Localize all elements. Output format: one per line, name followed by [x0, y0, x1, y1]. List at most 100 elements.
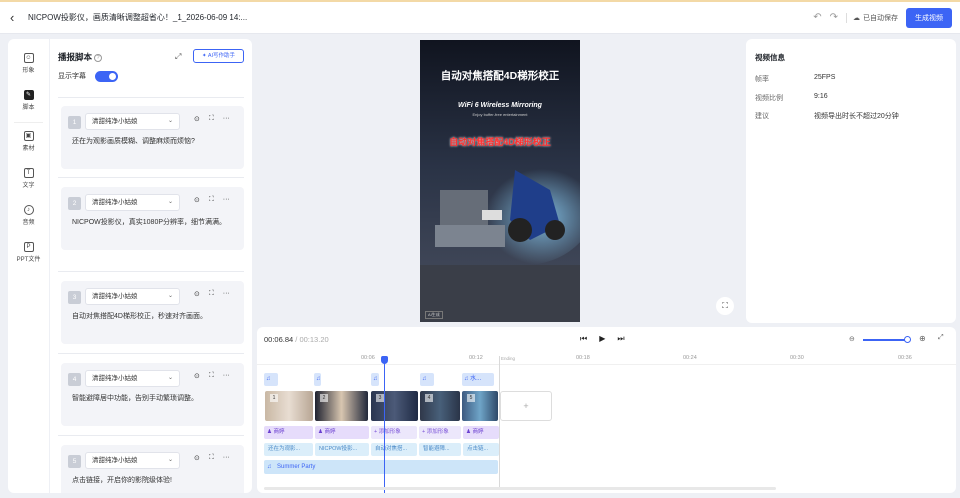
scan-icon[interactable]: ⛶: [209, 290, 214, 298]
bgm-label: Summer Party: [277, 464, 316, 470]
more-icon[interactable]: ···: [223, 115, 230, 123]
expand-icon[interactable]: ⤢: [175, 52, 181, 62]
skip-start-icon[interactable]: ⏮: [580, 334, 587, 344]
zoom-in-icon[interactable]: ⊕: [919, 334, 926, 343]
info-value: 25FPS: [814, 74, 836, 81]
panel-divider: [58, 353, 244, 354]
card-text[interactable]: 智能避障居中功能，告别手动繁琐调整。: [72, 393, 237, 404]
card-text[interactable]: 还在为观影画质模糊、调整麻烦而烦恼?: [72, 136, 237, 147]
play-icon[interactable]: ⊙: [194, 454, 200, 462]
card-text[interactable]: NICPOW投影仪，真实1080P分辨率，细节满满。: [72, 217, 237, 228]
script-card[interactable]: 3 清甜纯净小姑娘 ⌄ ⊙ ⛶ ··· 自动对焦搭配4D梯形校正，秒速对齐画面。: [61, 281, 244, 344]
generate-video-button[interactable]: 生成视频: [906, 7, 952, 28]
add-avatar-button[interactable]: + 添加形象: [371, 426, 417, 439]
more-icon[interactable]: ···: [223, 196, 230, 204]
music-clip[interactable]: ♫: [314, 373, 321, 386]
bgm-clip[interactable]: ♫ Summer Party: [264, 460, 498, 474]
rail-item-avatar[interactable]: ☺ 形象: [8, 53, 49, 74]
panel-title-text: 播报脚本: [58, 52, 93, 62]
preview-area: 自动对焦搭配4D梯形校正 WiFi 6 Wireless Mirroring E…: [257, 39, 741, 323]
voice-select[interactable]: 清甜纯净小姑娘 ⌄: [85, 194, 180, 211]
subtitle-clip[interactable]: 智能避障...: [419, 443, 461, 456]
scan-icon[interactable]: ⛶: [209, 115, 214, 123]
avatar-clip[interactable]: ♟ 商婷: [315, 426, 369, 439]
video-clip[interactable]: 5: [461, 390, 499, 422]
horizontal-scrollbar[interactable]: [264, 487, 776, 490]
voice-select[interactable]: 清甜纯净小姑娘 ⌄: [85, 288, 180, 305]
scan-icon[interactable]: ⛶: [209, 196, 214, 204]
rail-item-media[interactable]: ▣ 素材: [8, 131, 49, 152]
redo-icon[interactable]: ↷: [830, 12, 838, 23]
total-time: / 00:13.20: [295, 335, 329, 344]
video-title-overlay: 自动对焦搭配4D梯形校正: [440, 70, 560, 82]
cloud-icon: ☁: [853, 14, 860, 22]
more-icon[interactable]: ···: [223, 372, 230, 380]
ruler-tick: 00:06: [361, 355, 375, 361]
rail-item-text[interactable]: T 文字: [8, 168, 49, 189]
fullscreen-icon[interactable]: ⛶: [716, 297, 734, 315]
rail-item-script[interactable]: ✎ 脚本: [8, 90, 49, 111]
card-text[interactable]: 点击链接，开启你的影院级体验!: [72, 475, 237, 486]
subtitle-clip[interactable]: 自动对焦搭...: [371, 443, 417, 456]
music-clip[interactable]: ♫: [371, 373, 379, 386]
more-icon[interactable]: ···: [223, 290, 230, 298]
info-title: 视频信息: [755, 53, 785, 62]
info-label: 建议: [755, 113, 769, 120]
script-card[interactable]: 5 清甜纯净小姑娘 ⌄ ⊙ ⛶ ··· 点击链接，开启你的影院级体验!: [61, 445, 244, 493]
back-button[interactable]: ‹: [10, 10, 22, 25]
rail-item-ppt[interactable]: P PPT文件: [8, 242, 49, 263]
voice-select[interactable]: 清甜纯净小姑娘 ⌄: [85, 452, 180, 469]
voice-label: 清甜纯净小姑娘: [92, 199, 138, 206]
script-card[interactable]: 4 清甜纯净小姑娘 ⌄ ⊙ ⛶ ··· 智能避障居中功能，告别手动繁琐调整。: [61, 363, 244, 426]
zoom-out-icon[interactable]: ⊖: [849, 335, 855, 343]
video-clip[interactable]: 1: [264, 390, 314, 422]
media-icon: ▣: [23, 131, 34, 141]
fit-icon[interactable]: ⤢: [938, 334, 944, 342]
ai-writer-button[interactable]: ✦ AI写作助手: [193, 49, 244, 63]
video-clip[interactable]: 4: [419, 390, 461, 422]
info-label: 视频比例: [755, 95, 783, 102]
help-icon[interactable]: ?: [94, 54, 103, 62]
subtitle-toggle[interactable]: [95, 71, 118, 82]
music-icon: ♫: [267, 464, 272, 470]
playhead-handle[interactable]: [381, 356, 388, 364]
zoom-slider-handle[interactable]: [904, 336, 911, 343]
play-icon[interactable]: ⊙: [194, 115, 200, 123]
voice-select[interactable]: 清甜纯净小姑娘 ⌄: [85, 113, 180, 130]
scan-icon[interactable]: ⛶: [209, 372, 214, 380]
add-avatar-button[interactable]: + 添加形象: [419, 426, 461, 439]
time-ruler[interactable]: 00:06 00:12 00:18 00:24 00:30 00:36: [257, 353, 956, 365]
video-clip[interactable]: 3: [370, 390, 419, 422]
play-icon[interactable]: ⊙: [194, 290, 200, 298]
skip-end-icon[interactable]: ⏭: [617, 334, 624, 344]
add-clip-button[interactable]: +: [500, 391, 552, 421]
music-clip[interactable]: ♫: [264, 373, 278, 386]
avatar-label: 添加形象: [426, 429, 449, 435]
avatar-clip[interactable]: ♟ 商婷: [264, 426, 313, 439]
rail-item-audio[interactable]: ♪ 音频: [8, 205, 49, 226]
undo-icon[interactable]: ↶: [813, 12, 821, 23]
ruler-tick: 00:18: [576, 355, 590, 361]
video-clip[interactable]: 2: [314, 390, 369, 422]
music-clip[interactable]: ♫: [420, 373, 434, 386]
play-button[interactable]: ▶: [599, 334, 605, 344]
card-text[interactable]: 自动对焦搭配4D梯形校正，秒速对齐画面。: [72, 311, 237, 322]
clip-number: 5: [467, 394, 475, 402]
subtitle-clip[interactable]: NICPOW投影...: [315, 443, 369, 456]
scan-icon[interactable]: ⛶: [209, 454, 214, 462]
subtitle-clip[interactable]: 点击链...: [463, 443, 499, 456]
play-icon[interactable]: ⊙: [194, 196, 200, 204]
chevron-down-icon: ⌄: [167, 118, 173, 124]
video-preview[interactable]: 自动对焦搭配4D梯形校正 WiFi 6 Wireless Mirroring E…: [420, 40, 580, 322]
music-clip[interactable]: ♫ 水...: [462, 373, 494, 386]
card-number: 3: [68, 291, 81, 304]
script-card[interactable]: 1 清甜纯净小姑娘 ⌄ ⊙ ⛶ ··· 还在为观影画质模糊、调整麻烦而烦恼?: [61, 106, 244, 169]
play-icon[interactable]: ⊙: [194, 372, 200, 380]
avatar-clip[interactable]: ♟ 商婷: [463, 426, 499, 439]
subtitle-clip[interactable]: 还在为观影...: [264, 443, 313, 456]
zoom-slider[interactable]: [863, 339, 909, 341]
playhead-line[interactable]: [384, 357, 385, 493]
script-card[interactable]: 2 清甜纯净小姑娘 ⌄ ⊙ ⛶ ··· NICPOW投影仪，真实1080P分辨率，细节…: [61, 187, 244, 250]
more-icon[interactable]: ···: [223, 454, 230, 462]
voice-select[interactable]: 清甜纯净小姑娘 ⌄: [85, 370, 180, 387]
